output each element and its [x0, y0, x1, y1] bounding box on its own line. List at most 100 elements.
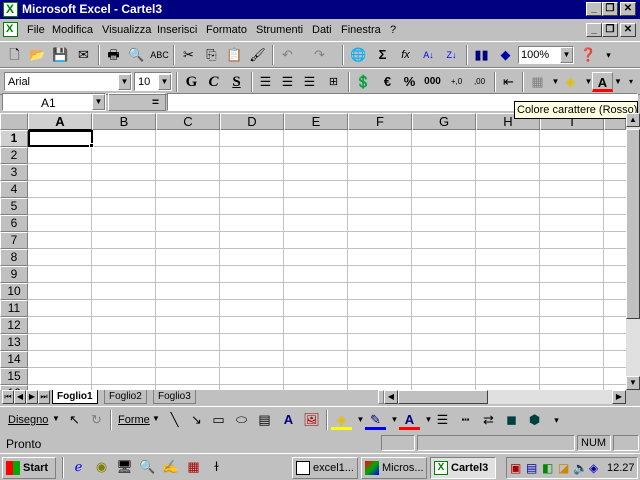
sheet-tab-foglio1[interactable]: Foglio1: [52, 390, 98, 404]
row-header[interactable]: 15: [0, 368, 28, 385]
prev-sheet-icon[interactable]: ◀: [14, 390, 26, 404]
line-style-icon[interactable]: ☰: [432, 410, 453, 430]
free-rotate-icon[interactable]: ↻: [86, 410, 107, 430]
column-header[interactable]: F: [348, 113, 412, 130]
menu-strumenti[interactable]: Strumenti: [256, 24, 303, 36]
task-micros[interactable]: Micros...: [361, 457, 427, 479]
autosum-icon[interactable]: Σ: [372, 45, 393, 65]
oval-icon[interactable]: ⬭: [231, 410, 252, 430]
text-box-icon[interactable]: ▤: [254, 410, 275, 430]
spelling-icon[interactable]: ABC: [149, 45, 170, 65]
column-header[interactable]: E: [284, 113, 348, 130]
scroll-up-icon[interactable]: ▲: [626, 113, 640, 127]
doc-close-button[interactable]: ✕: [620, 23, 636, 37]
close-button[interactable]: ✕: [620, 2, 636, 16]
clipart-icon[interactable]: 🖼: [301, 410, 322, 430]
chevron-down-icon[interactable]: ▼: [152, 414, 160, 423]
sheet-tab-foglio3[interactable]: Foglio3: [153, 390, 196, 404]
more-buttons-icon[interactable]: ▾: [598, 45, 619, 65]
shadow-icon[interactable]: ◼: [501, 410, 522, 430]
thousands-button[interactable]: 000: [422, 72, 443, 92]
row-header[interactable]: 12: [0, 317, 28, 334]
row-header[interactable]: 6: [0, 215, 28, 232]
tray-monitor-icon[interactable]: ◧: [542, 461, 553, 475]
drawing-icon[interactable]: ◆: [495, 45, 516, 65]
decrease-indent-icon[interactable]: ⇤: [498, 72, 519, 92]
internet-explorer-icon[interactable]: ℯ: [68, 457, 89, 477]
row-header[interactable]: 13: [0, 334, 28, 351]
font-color-icon[interactable]: A: [399, 410, 420, 430]
more-buttons-icon[interactable]: ▾: [546, 410, 567, 430]
menu-modifica[interactable]: Modifica: [52, 24, 93, 36]
print-icon[interactable]: 🖶: [103, 45, 124, 65]
more-buttons-icon[interactable]: ▾: [625, 72, 637, 92]
notepad-icon[interactable]: ✍: [160, 457, 181, 477]
line-icon[interactable]: ╲: [164, 410, 185, 430]
chevron-down-icon[interactable]: ▼: [92, 94, 105, 110]
row-header[interactable]: 10: [0, 283, 28, 300]
draw-menu[interactable]: Disegno: [8, 414, 48, 426]
currency-icon[interactable]: 💲: [353, 72, 374, 92]
merge-center-icon[interactable]: ⊞: [323, 72, 344, 92]
office-icon[interactable]: ▦: [183, 457, 204, 477]
sheet-tab-foglio2[interactable]: Foglio2: [104, 390, 147, 404]
decrease-decimal-icon[interactable]: ,00: [469, 72, 490, 92]
underline-button[interactable]: S: [226, 72, 247, 92]
3d-icon[interactable]: ⬢: [524, 410, 545, 430]
autoshapes-menu[interactable]: Forme: [118, 414, 150, 426]
increase-decimal-icon[interactable]: +,0: [446, 72, 467, 92]
chevron-down-icon[interactable]: ▼: [118, 74, 131, 90]
task-cartel3[interactable]: X Cartel3: [430, 457, 496, 479]
select-pointer-icon[interactable]: ↖: [64, 410, 85, 430]
open-icon[interactable]: 📂: [27, 45, 48, 65]
workbook-icon[interactable]: X: [3, 22, 18, 37]
rectangle-icon[interactable]: ▭: [208, 410, 229, 430]
menu-visualizza[interactable]: Visualizza: [102, 24, 151, 36]
tray-misc-icon[interactable]: ◈: [589, 461, 598, 475]
name-box[interactable]: A1 ▼: [2, 93, 106, 111]
save-icon[interactable]: 💾: [50, 45, 71, 65]
doc-minimize-button[interactable]: _: [586, 23, 602, 37]
mail-icon[interactable]: ✉: [73, 45, 94, 65]
doc-restore-button[interactable]: ❐: [602, 23, 618, 37]
font-color-button[interactable]: A: [592, 72, 613, 92]
italic-button[interactable]: C: [203, 72, 224, 92]
arrow-style-icon[interactable]: ⇄: [478, 410, 499, 430]
menu-help[interactable]: ?: [390, 24, 396, 36]
font-size-select[interactable]: 10 ▼: [134, 72, 172, 91]
active-cell[interactable]: [28, 130, 93, 147]
row-header[interactable]: 5: [0, 198, 28, 215]
chevron-down-icon[interactable]: ▼: [560, 47, 573, 63]
sort-descending-icon[interactable]: Z↓: [441, 45, 462, 65]
function-icon[interactable]: fx: [395, 45, 416, 65]
undo-icon[interactable]: ↶: [277, 45, 298, 65]
row-header[interactable]: 7: [0, 232, 28, 249]
vertical-scrollbar[interactable]: ▲ ▼: [626, 113, 640, 390]
arrow-icon[interactable]: ↘: [186, 410, 207, 430]
scroll-right-icon[interactable]: ▶: [612, 390, 626, 404]
menu-formato[interactable]: Formato: [206, 24, 247, 36]
row-header[interactable]: 8: [0, 249, 28, 266]
cut-icon[interactable]: ✂: [178, 45, 199, 65]
start-button[interactable]: Start: [2, 457, 56, 479]
scroll-down-icon[interactable]: ▼: [626, 376, 640, 390]
align-left-icon[interactable]: ☰: [255, 72, 276, 92]
tray-tool-icon[interactable]: ◪: [558, 461, 569, 475]
format-painter-icon[interactable]: 🖌: [247, 45, 268, 65]
column-header[interactable]: D: [220, 113, 284, 130]
copy-icon[interactable]: ⎘: [201, 45, 222, 65]
chevron-down-icon[interactable]: ▼: [158, 74, 171, 90]
chevron-down-icon[interactable]: ▼: [52, 414, 60, 423]
horizontal-scrollbar[interactable]: ◀ ▶: [384, 390, 626, 404]
wordart-icon[interactable]: A: [278, 410, 299, 430]
column-header[interactable]: B: [92, 113, 156, 130]
row-header[interactable]: 9: [0, 266, 28, 283]
restore-button[interactable]: ❐: [602, 2, 618, 16]
volume-icon[interactable]: 🔈: [573, 461, 588, 475]
fill-handle[interactable]: [89, 143, 94, 148]
dash-style-icon[interactable]: ┅: [455, 410, 476, 430]
outlook-icon[interactable]: ◉: [91, 457, 112, 477]
print-preview-icon[interactable]: 🔍: [126, 45, 147, 65]
sort-ascending-icon[interactable]: A↓: [418, 45, 439, 65]
h-scroll-thumb[interactable]: [398, 390, 488, 404]
